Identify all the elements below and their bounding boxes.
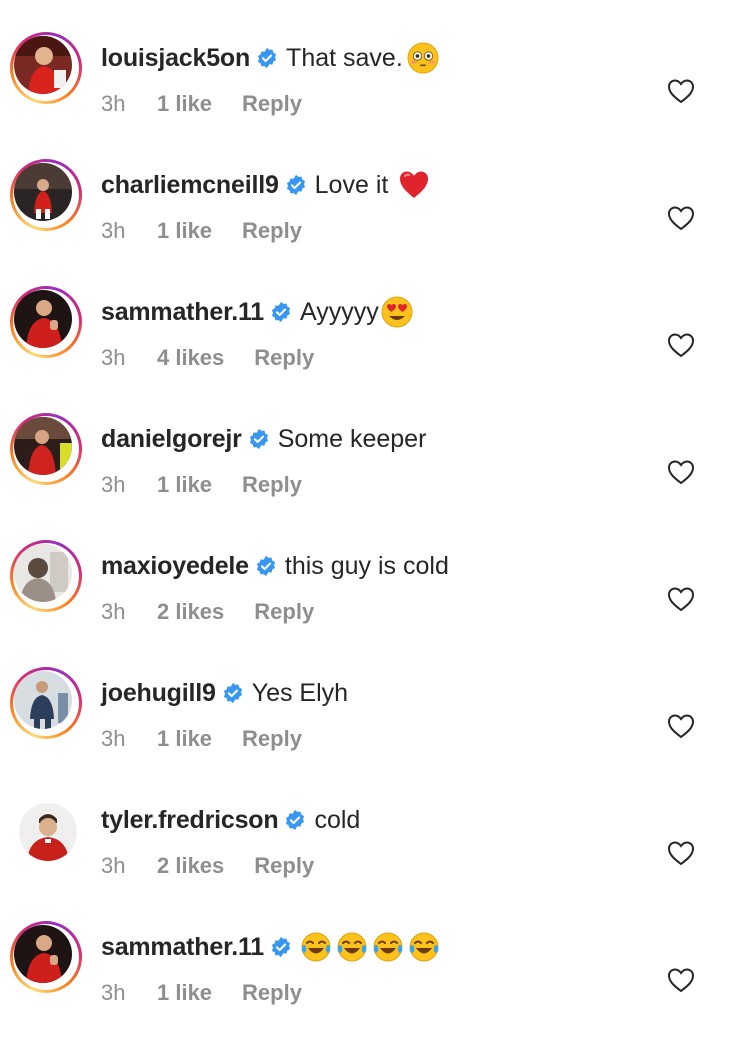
comment-row: danielgorejr Some keeper 3h 1 like Reply — [0, 409, 738, 536]
avatar-story-ring[interactable] — [10, 159, 82, 231]
avatar — [14, 925, 72, 983]
avatar-story-ring[interactable] — [10, 667, 82, 739]
avatar-story-ring[interactable] — [10, 286, 82, 358]
comment-text: Yes Elyh — [251, 679, 349, 707]
comment-text: this guy is cold — [284, 552, 449, 580]
comment-likes[interactable]: 4 likes — [157, 344, 224, 372]
avatar-link[interactable] — [10, 794, 82, 866]
verified-badge-icon — [257, 47, 277, 69]
avatar — [14, 544, 72, 602]
avatar-story-ring[interactable] — [10, 921, 82, 993]
comment-username[interactable]: maxioyedele — [101, 550, 249, 582]
comment-row: tyler.fredricson cold 3h 2 likes Reply — [0, 790, 738, 917]
reply-button[interactable]: Reply — [242, 90, 302, 118]
comment-text: That save. — [286, 44, 403, 72]
tears-of-joy-emoji-icon — [301, 932, 331, 962]
flushed-face-emoji-icon — [407, 42, 439, 74]
comment-row: sammather.11 3h 1 like Reply — [0, 917, 738, 1044]
comment-text: Love it — [314, 171, 389, 199]
comment-time: 3h — [101, 599, 126, 624]
tears-of-joy-emoji-icon — [373, 932, 403, 962]
comment-username[interactable]: danielgorejr — [101, 423, 242, 455]
like-heart-icon[interactable] — [667, 840, 695, 866]
comment-text: cold — [314, 806, 361, 834]
reply-button[interactable]: Reply — [242, 979, 302, 1007]
avatar-story-ring[interactable] — [10, 32, 82, 104]
verified-badge-icon — [223, 682, 242, 704]
comment-likes[interactable]: 2 likes — [157, 852, 224, 880]
comment-row: charliemcneill9 Love it 3h 1 like Reply — [0, 155, 738, 282]
tears-of-joy-emoji-icon — [409, 932, 439, 962]
like-heart-icon[interactable] — [667, 205, 695, 231]
avatar — [14, 417, 72, 475]
heart-eyes-face-emoji-icon — [381, 296, 413, 328]
comment-time: 3h — [101, 726, 126, 751]
comment-time: 3h — [101, 472, 126, 497]
verified-badge-icon — [286, 809, 305, 831]
like-heart-icon[interactable] — [667, 459, 695, 485]
comment-row: sammather.11 Ayyyyy 3h 4 likes Reply — [0, 282, 738, 409]
avatar-story-ring[interactable] — [10, 540, 82, 612]
reply-button[interactable]: Reply — [254, 598, 314, 626]
comment-time: 3h — [101, 980, 126, 1005]
avatar — [14, 671, 72, 729]
comment-username[interactable]: sammather.11 — [101, 931, 264, 963]
like-heart-icon[interactable] — [667, 967, 695, 993]
like-heart-icon[interactable] — [667, 713, 695, 739]
comment-text: Ayyyyy — [300, 298, 379, 326]
comment-time: 3h — [101, 218, 126, 243]
tears-of-joy-emoji-icon — [337, 932, 367, 962]
avatar — [14, 163, 72, 221]
comment-likes[interactable]: 1 like — [157, 471, 212, 499]
comment-row: joehugill9 Yes Elyh 3h 1 like Reply — [0, 663, 738, 790]
comment-username[interactable]: sammather.11 — [101, 296, 264, 328]
comment-username[interactable]: joehugill9 — [101, 677, 216, 709]
comment-time: 3h — [101, 345, 126, 370]
avatar — [14, 36, 72, 94]
comment-row: louisjack5on That save. 3h 1 like Reply — [0, 28, 738, 155]
comment-row: maxioyedele this guy is cold 3h 2 likes … — [0, 536, 738, 663]
comment-likes[interactable]: 1 like — [157, 725, 212, 753]
verified-badge-icon — [271, 301, 291, 323]
comment-username[interactable]: tyler.fredricson — [101, 804, 279, 836]
avatar — [14, 290, 72, 348]
verified-badge-icon — [256, 555, 275, 577]
comment-text: Some keeper — [277, 425, 427, 453]
reply-button[interactable]: Reply — [242, 471, 302, 499]
like-heart-icon[interactable] — [667, 586, 695, 612]
comment-time: 3h — [101, 91, 126, 116]
comment-username[interactable]: charliemcneill9 — [101, 169, 279, 201]
reply-button[interactable]: Reply — [254, 344, 314, 372]
reply-button[interactable]: Reply — [254, 852, 314, 880]
comment-likes[interactable]: 1 like — [157, 217, 212, 245]
like-heart-icon[interactable] — [667, 78, 695, 104]
reply-button[interactable]: Reply — [242, 217, 302, 245]
comment-likes[interactable]: 1 like — [157, 979, 212, 1007]
comment-likes[interactable]: 1 like — [157, 90, 212, 118]
red-heart-emoji-icon — [400, 171, 429, 198]
comment-username[interactable]: louisjack5on — [101, 42, 250, 74]
comment-likes[interactable]: 2 likes — [157, 598, 224, 626]
avatar — [19, 803, 77, 861]
comment-time: 3h — [101, 853, 126, 878]
verified-badge-icon — [271, 936, 291, 958]
reply-button[interactable]: Reply — [242, 725, 302, 753]
verified-badge-icon — [286, 174, 305, 196]
like-heart-icon[interactable] — [667, 332, 695, 358]
verified-badge-icon — [249, 428, 268, 450]
avatar-story-ring[interactable] — [10, 413, 82, 485]
